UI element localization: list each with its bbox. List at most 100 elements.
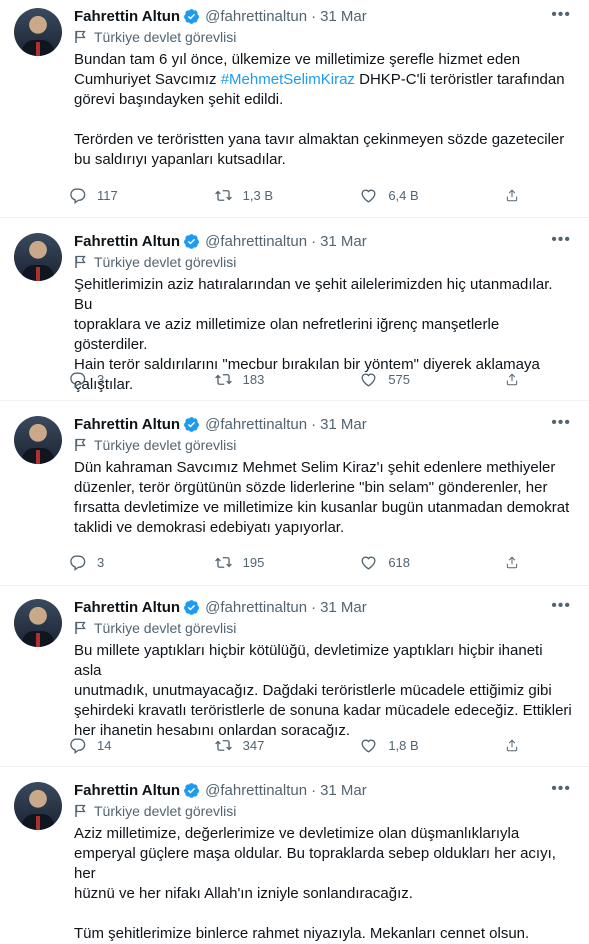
like-count: 575: [388, 371, 411, 387]
like-count: 618: [388, 554, 411, 570]
like-button[interactable]: 1,8 B: [359, 733, 469, 757]
retweet-count: 195: [242, 554, 265, 570]
tweet[interactable]: Fahrettin Altun @fahrettinaltun · 31 Mar…: [0, 591, 589, 767]
verified-badge-icon: [184, 233, 200, 249]
tweet-date[interactable]: 31 Mar: [320, 233, 367, 250]
author-handle[interactable]: @fahrettinaltun: [205, 8, 307, 25]
retweet-button[interactable]: 347: [214, 733, 324, 757]
tweet-actions: 3 183 575: [68, 367, 529, 391]
retweet-icon: [214, 373, 232, 385]
flag-icon: [75, 621, 86, 634]
share-button[interactable]: [505, 733, 529, 757]
more-icon[interactable]: •••: [551, 231, 571, 249]
reply-count: 14: [97, 737, 112, 753]
flag-icon: [75, 438, 86, 451]
author-name[interactable]: Fahrettin Altun: [74, 599, 180, 616]
reply-icon: [70, 554, 86, 571]
flag-icon: [75, 804, 86, 817]
flag-icon: [75, 255, 86, 268]
like-icon: [361, 556, 376, 570]
tweet-actions: 14 347 1,8 B: [68, 733, 529, 757]
tweet-actions: 3 195 618: [68, 550, 529, 574]
retweet-count: 183: [242, 371, 265, 387]
author-handle[interactable]: @fahrettinaltun: [205, 782, 307, 799]
tweet-header: Fahrettin Altun @fahrettinaltun · 31 Mar: [74, 414, 367, 434]
separator-dot: ·: [311, 598, 317, 616]
share-button[interactable]: [505, 367, 529, 391]
government-label-text: Türkiye devlet görevlisi: [94, 803, 237, 819]
retweet-button[interactable]: 1,3 B: [214, 183, 324, 207]
like-icon: [361, 373, 376, 387]
verified-badge-icon: [184, 782, 200, 798]
tweet-header: Fahrettin Altun @fahrettinaltun · 31 Mar: [74, 780, 367, 800]
share-button[interactable]: [505, 550, 529, 574]
tweet[interactable]: Fahrettin Altun @fahrettinaltun · 31 Mar…: [0, 225, 589, 401]
government-label-text: Türkiye devlet görevlisi: [94, 437, 237, 453]
avatar[interactable]: [14, 8, 62, 56]
tweet[interactable]: Fahrettin Altun @fahrettinaltun · 31 Mar…: [0, 0, 589, 218]
more-icon[interactable]: •••: [551, 780, 571, 798]
government-label-text: Türkiye devlet görevlisi: [94, 254, 237, 270]
avatar[interactable]: [14, 233, 62, 281]
government-label: Türkiye devlet görevlisi: [74, 437, 236, 453]
government-label: Türkiye devlet görevlisi: [74, 29, 236, 45]
share-icon: [506, 739, 518, 751]
share-icon: [506, 189, 518, 201]
verified-badge-icon: [184, 8, 200, 24]
share-button[interactable]: [505, 183, 529, 207]
author-handle[interactable]: @fahrettinaltun: [205, 599, 307, 616]
separator-dot: ·: [311, 781, 317, 799]
author-name[interactable]: Fahrettin Altun: [74, 416, 180, 433]
separator-dot: ·: [311, 232, 317, 250]
tweet-date[interactable]: 31 Mar: [320, 8, 367, 25]
reply-count: 117: [97, 187, 118, 203]
more-icon[interactable]: •••: [551, 6, 571, 24]
like-button[interactable]: 618: [359, 550, 469, 574]
avatar[interactable]: [14, 782, 62, 830]
retweet-icon: [214, 189, 232, 201]
reply-icon: [70, 187, 86, 204]
reply-icon: [70, 737, 86, 754]
reply-button[interactable]: 3: [68, 550, 178, 574]
reply-button[interactable]: 3: [68, 367, 178, 391]
more-icon[interactable]: •••: [551, 597, 571, 615]
author-name[interactable]: Fahrettin Altun: [74, 8, 180, 25]
retweet-button[interactable]: 195: [214, 550, 324, 574]
reply-count: 3: [97, 554, 105, 570]
like-count: 6,4 B: [388, 187, 419, 203]
tweet-text: Aziz milletimize, değerlerimize ve devle…: [74, 825, 556, 942]
like-button[interactable]: 575: [359, 367, 469, 391]
retweet-count: 347: [242, 737, 265, 753]
like-icon: [361, 189, 376, 203]
retweet-icon: [214, 739, 232, 751]
retweet-icon: [214, 556, 232, 568]
tweet-actions: 117 1,3 B 6,4 B: [68, 183, 529, 207]
share-icon: [506, 556, 518, 568]
author-name[interactable]: Fahrettin Altun: [74, 782, 180, 799]
government-label-text: Türkiye devlet görevlisi: [94, 29, 237, 45]
government-label: Türkiye devlet görevlisi: [74, 620, 236, 636]
tweet-date[interactable]: 31 Mar: [320, 416, 367, 433]
tweet-date[interactable]: 31 Mar: [320, 782, 367, 799]
avatar[interactable]: [14, 416, 62, 464]
reply-button[interactable]: 14: [68, 733, 178, 757]
retweet-button[interactable]: 183: [214, 367, 324, 391]
reply-button[interactable]: 117: [68, 183, 178, 207]
flag-icon: [75, 30, 86, 43]
hashtag-link[interactable]: #MehmetSelimKiraz: [221, 71, 355, 88]
more-icon[interactable]: •••: [551, 414, 571, 432]
government-label-text: Türkiye devlet görevlisi: [94, 620, 237, 636]
retweet-count: 1,3 B: [242, 187, 274, 203]
tweet[interactable]: Fahrettin Altun @fahrettinaltun · 31 Mar…: [0, 774, 589, 942]
like-button[interactable]: 6,4 B: [359, 183, 469, 207]
reply-icon: [70, 371, 86, 388]
tweet-header: Fahrettin Altun @fahrettinaltun · 31 Mar: [74, 597, 367, 617]
author-handle[interactable]: @fahrettinaltun: [205, 233, 307, 250]
author-name[interactable]: Fahrettin Altun: [74, 233, 180, 250]
tweet-text: Dün kahraman Savcımız Mehmet Selim Kiraz…: [74, 459, 570, 536]
avatar[interactable]: [14, 599, 62, 647]
separator-dot: ·: [311, 7, 317, 25]
tweet[interactable]: Fahrettin Altun @fahrettinaltun · 31 Mar…: [0, 408, 589, 586]
author-handle[interactable]: @fahrettinaltun: [205, 416, 307, 433]
tweet-date[interactable]: 31 Mar: [320, 599, 367, 616]
